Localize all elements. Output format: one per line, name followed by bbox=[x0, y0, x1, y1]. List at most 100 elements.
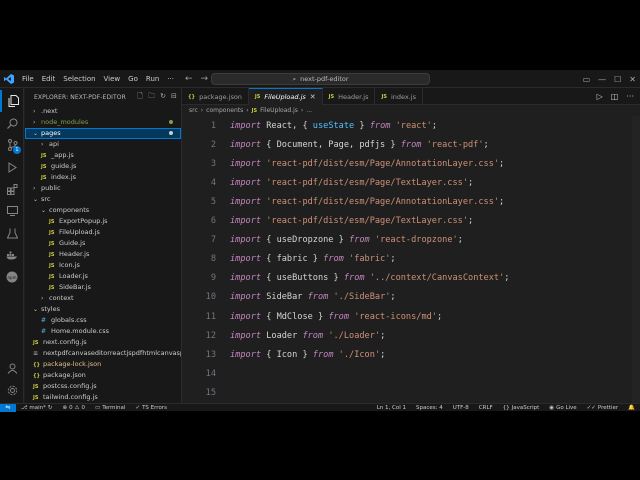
editor-tab[interactable]: {} package.json bbox=[182, 88, 249, 105]
encoding[interactable]: UTF-8 bbox=[448, 405, 474, 411]
npm-icon[interactable]: npm bbox=[0, 266, 24, 288]
code-token: ; bbox=[499, 158, 505, 169]
tree-folder[interactable]: › .next bbox=[25, 106, 181, 117]
code-token: { useDropzone } bbox=[261, 235, 350, 246]
tree-folder[interactable]: › api bbox=[25, 139, 181, 150]
code-text: import 'react-pdf/dist/esm/Page/Annotati… bbox=[230, 159, 504, 169]
menu-more[interactable]: ··· bbox=[163, 70, 178, 88]
minimize-icon[interactable]: — bbox=[598, 75, 606, 84]
tree-folder[interactable]: ⌄ src bbox=[25, 194, 181, 205]
line-ending[interactable]: CRLF bbox=[474, 405, 498, 411]
breadcrumb-more[interactable]: ... bbox=[306, 107, 312, 114]
forward-arrow-icon[interactable]: → bbox=[201, 74, 209, 84]
layout-icon[interactable]: ▭ bbox=[583, 75, 591, 84]
tree-file[interactable]: JS Guide.js bbox=[25, 238, 181, 249]
go-live-button[interactable]: ◉ Go Live bbox=[544, 405, 581, 411]
editor-tab[interactable]: JS index.js bbox=[375, 88, 423, 105]
tree-file[interactable]: {} package-lock.json bbox=[25, 359, 181, 370]
tree-file[interactable]: JS Icon.js bbox=[25, 260, 181, 271]
prettier-status[interactable]: ✓✓ Prettier bbox=[582, 405, 623, 411]
new-file-icon[interactable]: 🗋 bbox=[137, 92, 143, 103]
code-token: import bbox=[230, 254, 262, 265]
menu-edit[interactable]: Edit bbox=[38, 70, 60, 88]
account-icon[interactable] bbox=[0, 357, 24, 379]
cursor-position[interactable]: Ln 1, Col 1 bbox=[372, 405, 411, 411]
code-line: 6 import 'react-pdf/dist/esm/Page/TextLay… bbox=[182, 212, 640, 231]
tree-file[interactable]: JS _app.js bbox=[25, 150, 181, 161]
run-file-icon[interactable]: ▷ bbox=[597, 92, 603, 101]
code-token: { useButtons } bbox=[261, 273, 344, 284]
editor-scrollbar[interactable] bbox=[632, 116, 640, 403]
tree-file[interactable]: JS index.js bbox=[25, 172, 181, 183]
code-token: ; bbox=[380, 349, 386, 360]
ts-errors-status[interactable]: ✓ TS Errors bbox=[130, 405, 171, 411]
language-mode[interactable]: {} JavaScript bbox=[498, 405, 545, 411]
code-text: import { Icon } from './Icon'; bbox=[230, 350, 385, 360]
menu-view[interactable]: View bbox=[100, 70, 125, 88]
tree-file[interactable]: JS guide.js bbox=[25, 161, 181, 172]
terminal-status[interactable]: ▭ Terminal bbox=[90, 405, 130, 411]
maximize-icon[interactable]: ☐ bbox=[614, 75, 621, 84]
tree-file[interactable]: JS postcss.config.js bbox=[25, 381, 181, 392]
new-folder-icon[interactable]: 🗀 bbox=[148, 92, 155, 103]
tree-file[interactable]: JS ExportPopup.js bbox=[25, 216, 181, 227]
explorer-icon[interactable] bbox=[0, 90, 24, 112]
tree-folder[interactable]: › node_modules bbox=[25, 117, 181, 128]
tree-file[interactable]: JS SideBar.js bbox=[25, 282, 181, 293]
explorer-sidebar: EXPLORER: NEXT-PDF-EDITOR 🗋 🗀 ↻ ⊟ › .next… bbox=[25, 88, 182, 403]
collapse-all-icon[interactable]: ⊟ bbox=[171, 92, 177, 103]
source-control-icon[interactable]: 1 bbox=[0, 134, 24, 156]
editor-tab[interactable]: JS Header.js bbox=[323, 88, 376, 105]
tree-file[interactable]: # globals.css bbox=[25, 315, 181, 326]
command-center-search[interactable]: ⌕ next-pdf-editor bbox=[211, 73, 430, 85]
testing-icon[interactable] bbox=[0, 222, 24, 244]
tree-file[interactable]: JS FileUpload.js bbox=[25, 227, 181, 238]
line-number: 2 bbox=[210, 139, 216, 150]
tree-item-label: pages bbox=[41, 129, 61, 137]
problems-status[interactable]: ⊗ 0 ⚠ 0 bbox=[57, 405, 90, 411]
close-window-icon[interactable]: ✕ bbox=[629, 75, 636, 84]
breadcrumb-file[interactable]: FileUpload.js bbox=[260, 107, 298, 114]
remote-indicator-icon[interactable]: ⇋ bbox=[0, 403, 16, 412]
search-activity-icon[interactable] bbox=[0, 112, 24, 134]
branch-status[interactable]: ⎇ main* ↻ bbox=[16, 405, 57, 411]
refresh-icon[interactable]: ↻ bbox=[160, 92, 166, 103]
docker-icon[interactable] bbox=[0, 244, 24, 266]
code-token: { fabric } bbox=[261, 254, 324, 265]
file-tree: › .next › node_modules ⌄ pages › api JS _app.js JS… bbox=[25, 106, 181, 403]
menu-go[interactable]: Go bbox=[124, 70, 142, 88]
indentation[interactable]: Spaces: 4 bbox=[411, 405, 448, 411]
more-actions-icon[interactable]: ··· bbox=[626, 92, 634, 101]
tree-file[interactable]: JS tailwind.config.js bbox=[25, 392, 181, 403]
tree-file[interactable]: {} package.json bbox=[25, 370, 181, 381]
tree-file[interactable]: JS next.config.js bbox=[25, 337, 181, 348]
menu-run[interactable]: Run bbox=[142, 70, 163, 88]
menu-file[interactable]: File bbox=[18, 70, 38, 88]
tree-file[interactable]: # Home.module.css bbox=[25, 326, 181, 337]
back-arrow-icon[interactable]: ← bbox=[185, 74, 193, 84]
code-editor[interactable]: 1 import React, { useState } from 'react'… bbox=[182, 116, 640, 403]
warning-count: 0 bbox=[81, 404, 86, 411]
tree-file[interactable]: ≡ nextpdfcanvaseditorreactjspdfhtmlcanvas… bbox=[25, 348, 181, 359]
line-number: 10 bbox=[205, 292, 216, 303]
tree-file[interactable]: JS Loader.js bbox=[25, 271, 181, 282]
manage-gear-icon[interactable] bbox=[0, 379, 24, 401]
extensions-icon[interactable] bbox=[0, 178, 24, 200]
tree-folder[interactable]: › public bbox=[25, 183, 181, 194]
editor-tab[interactable]: JS FileUpload.js ✕ bbox=[248, 88, 323, 105]
menu-selection[interactable]: Selection bbox=[59, 70, 99, 88]
code-line: 5 import 'react-pdf/dist/esm/Page/Annotat… bbox=[182, 192, 640, 211]
tree-folder[interactable]: ⌄ styles bbox=[25, 304, 181, 315]
breadcrumb-components[interactable]: components bbox=[206, 107, 243, 114]
tree-file[interactable]: JS Header.js bbox=[25, 249, 181, 260]
remote-explorer-icon[interactable] bbox=[0, 200, 24, 222]
line-number: 14 bbox=[205, 368, 216, 379]
tree-folder[interactable]: ⌄ pages bbox=[25, 128, 181, 139]
breadcrumb-src[interactable]: src bbox=[189, 107, 198, 114]
close-tab-icon[interactable]: ✕ bbox=[310, 93, 316, 101]
split-editor-icon[interactable]: ◫ bbox=[611, 92, 619, 101]
tree-folder[interactable]: ⌄ components bbox=[25, 205, 181, 216]
notifications-bell-icon[interactable]: 🔔 bbox=[623, 405, 640, 411]
run-debug-icon[interactable] bbox=[0, 156, 24, 178]
tree-folder[interactable]: › context bbox=[25, 293, 181, 304]
